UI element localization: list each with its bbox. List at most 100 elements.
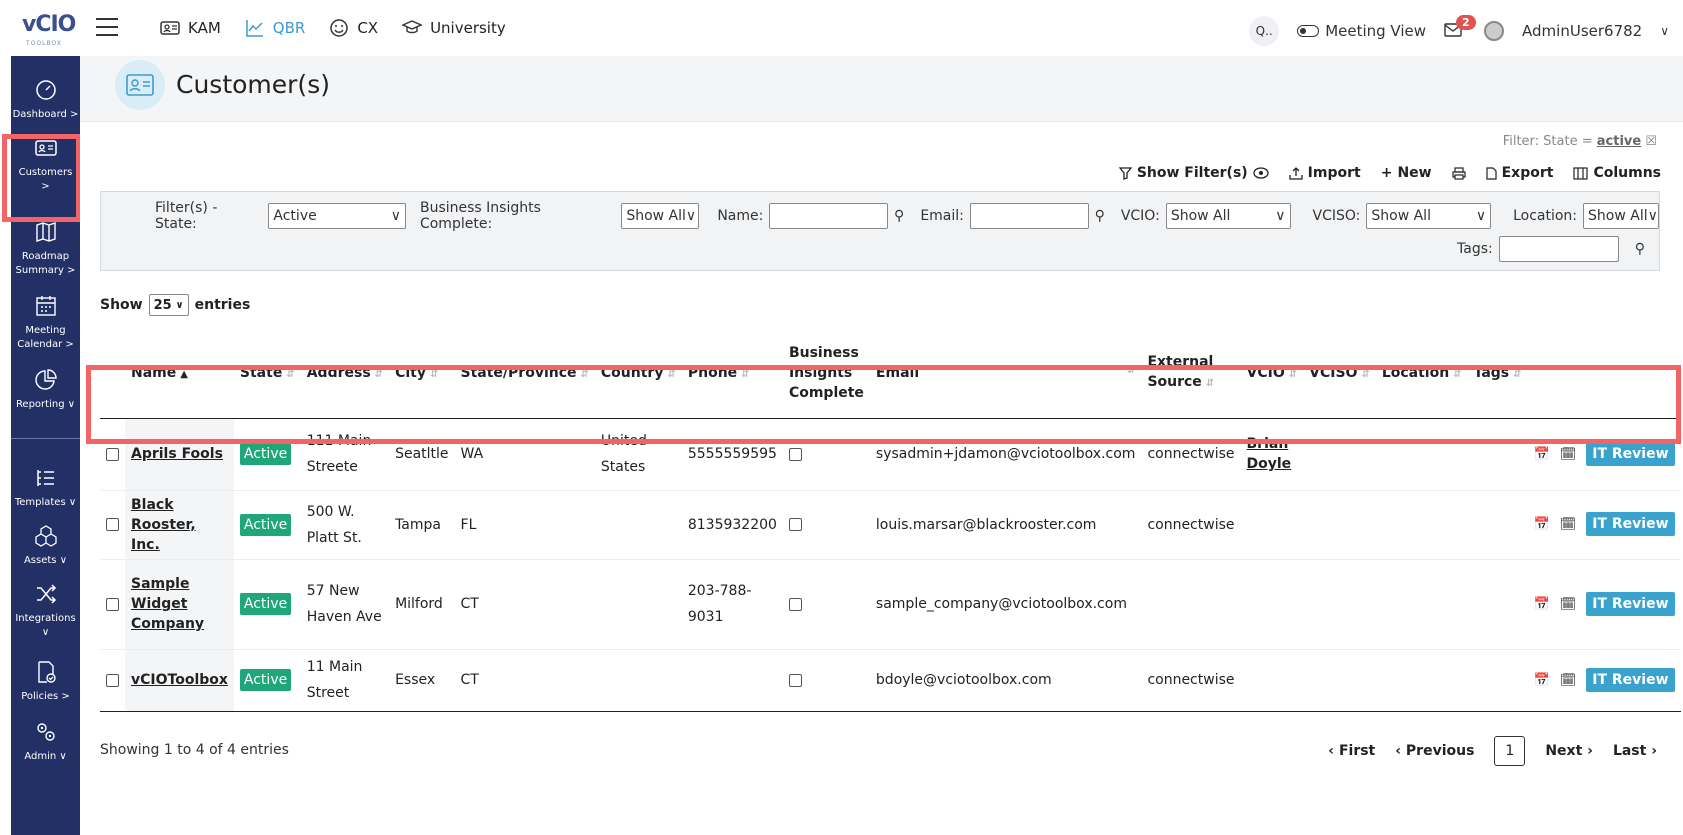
location-filter-select[interactable]: Show All ∨ <box>1583 203 1660 229</box>
topnav-university-label: University <box>430 19 506 37</box>
calendar-add-icon[interactable]: 🗓 <box>1560 673 1577 688</box>
row-checkbox[interactable] <box>106 673 119 687</box>
bi-checkbox[interactable] <box>788 597 802 611</box>
previous-page-button[interactable]: ‹ Previous <box>1395 743 1474 759</box>
customer-name-link[interactable]: Sample Widget Company <box>131 576 204 632</box>
it-review-button[interactable]: IT Review <box>1586 512 1675 536</box>
filter-note-value[interactable]: active <box>1597 134 1641 149</box>
sidebar-item-integrations[interactable]: Integrations ∨ <box>11 582 80 640</box>
bi-filter-value: Show All <box>626 208 686 224</box>
import-label: Import <box>1307 165 1361 181</box>
sidebar-item-label: Integrations ∨ <box>15 613 76 638</box>
first-page-button[interactable]: ‹ First <box>1328 743 1375 759</box>
sidebar-item-admin[interactable]: Admin ∨ <box>11 720 80 764</box>
calendar-icon[interactable]: 📅 <box>1534 447 1550 462</box>
page-header: Customer(s) <box>80 56 1683 122</box>
search-icon[interactable]: ⚲ <box>1095 208 1105 224</box>
clear-filter-icon[interactable]: ☒ <box>1645 134 1657 149</box>
table-row[interactable]: Black Rooster, Inc. Active 500 W. Platt … <box>100 490 1681 560</box>
vcio-filter-value: Show All <box>1170 208 1231 224</box>
topnav-university[interactable]: University <box>402 18 506 38</box>
show-filters-label: Show Filter(s) <box>1136 165 1248 181</box>
filter-row-tags: Tags: ⚲ <box>1457 236 1645 262</box>
sidebar-item-assets[interactable]: Assets ∨ <box>11 524 80 568</box>
topnav-cx[interactable]: CX <box>329 18 378 38</box>
logo-text: vCIO <box>22 12 76 37</box>
sidebar-item-templates[interactable]: Templates ∨ <box>11 466 80 510</box>
calendar-icon[interactable]: 📅 <box>1534 673 1550 688</box>
import-button[interactable]: Import <box>1289 165 1361 181</box>
row-checkbox[interactable] <box>106 597 119 611</box>
sidebar-item-dashboard[interactable]: Dashboard > <box>11 78 80 122</box>
print-button[interactable] <box>1452 165 1466 181</box>
vcio-filter-select[interactable]: Show All ∨ <box>1165 203 1291 229</box>
customer-name-link[interactable]: vCIOToolbox <box>131 672 228 688</box>
chevron-down-icon[interactable]: ∨ <box>1660 24 1669 38</box>
global-search-button[interactable]: Q.. <box>1249 16 1280 46</box>
sidebar-item-label: Policies > <box>21 691 70 702</box>
highlight-first-row <box>86 365 1681 444</box>
bi-checkbox[interactable] <box>788 518 802 531</box>
filter-panel: Filter(s) - State: Active ∨ Business Insi… <box>100 191 1660 271</box>
avatar[interactable] <box>1484 21 1505 41</box>
global-search-label: Q.. <box>1255 24 1273 38</box>
page-1-button[interactable]: 1 <box>1494 736 1526 766</box>
email-filter-input[interactable] <box>969 203 1089 229</box>
vcio-filter-label: VCIO: <box>1120 208 1160 224</box>
bi-checkbox[interactable] <box>788 447 802 461</box>
calendar-add-icon[interactable]: 🗓 <box>1560 517 1577 532</box>
sidebar-item-reporting[interactable]: Reporting ∨ <box>11 368 80 412</box>
calendar-icon[interactable]: 📅 <box>1534 597 1550 612</box>
next-page-button[interactable]: Next › <box>1545 743 1593 759</box>
sidebar-item-label: Assets ∨ <box>23 555 68 566</box>
calendar-icon[interactable]: 📅 <box>1534 517 1550 532</box>
external-source-cell: connectwise <box>1141 649 1241 712</box>
external-source-cell: connectwise <box>1141 490 1241 560</box>
export-button[interactable]: Export <box>1486 165 1553 181</box>
topnav-kam[interactable]: KAM <box>160 18 221 38</box>
state-filter-value: Active <box>273 208 317 224</box>
bi-checkbox[interactable] <box>788 673 802 687</box>
status-badge: Active <box>239 669 292 691</box>
it-review-button[interactable]: IT Review <box>1586 667 1675 692</box>
show-filters-button[interactable]: Show Filter(s) <box>1118 165 1269 181</box>
calendar-add-icon[interactable]: 🗓 <box>1560 597 1577 612</box>
columns-button[interactable]: Columns <box>1573 165 1661 181</box>
search-icon[interactable]: ⚲ <box>894 208 904 224</box>
topnav-qbr[interactable]: QBR <box>245 18 305 38</box>
new-label: New <box>1397 165 1432 181</box>
status-badge: Active <box>239 513 292 536</box>
customer-name-link[interactable]: Aprils Fools <box>131 446 223 462</box>
filter-icon <box>1118 166 1132 180</box>
row-checkbox[interactable] <box>106 518 119 531</box>
table-info: Showing 1 to 4 of 4 entries <box>100 742 289 758</box>
entries-select[interactable]: 25 ∨ <box>148 294 189 316</box>
vciso-filter-select[interactable]: Show All ∨ <box>1366 203 1492 229</box>
new-button[interactable]: + New <box>1381 165 1432 181</box>
search-icon[interactable]: ⚲ <box>1635 241 1645 257</box>
meeting-view-toggle[interactable]: Meeting View <box>1297 22 1426 40</box>
hamburger-menu-icon[interactable] <box>96 18 118 36</box>
table-row[interactable]: vCIOToolbox Active 11 Main Street Essex … <box>100 649 1681 712</box>
sidebar-item-meeting-calendar[interactable]: Meeting Calendar > <box>11 294 80 352</box>
tags-filter-input[interactable] <box>1498 236 1619 262</box>
vcio-cell <box>1240 490 1304 560</box>
name-filter-input[interactable] <box>769 203 889 229</box>
calendar-add-icon[interactable]: 🗓 <box>1560 447 1577 462</box>
table-row[interactable]: Sample Widget Company Active 57 New Have… <box>100 559 1681 650</box>
last-page-button[interactable]: Last › <box>1613 743 1657 759</box>
top-bar: vCIO TOOLBOX KAM QBR CX University Q.. M… <box>0 0 1683 56</box>
user-name[interactable]: AdminUser6782 <box>1522 22 1642 40</box>
customer-name-link[interactable]: Black Rooster, Inc. <box>131 497 196 553</box>
it-review-button[interactable]: IT Review <box>1586 441 1675 466</box>
mail-icon[interactable]: 2 <box>1444 15 1476 39</box>
it-review-button[interactable]: IT Review <box>1586 591 1675 616</box>
sidebar-item-policies[interactable]: Policies > <box>11 660 80 704</box>
bi-filter-select[interactable]: Show All ∨ <box>621 203 700 229</box>
last-label: Last <box>1612 743 1647 759</box>
state-filter-select[interactable]: Active ∨ <box>268 203 406 229</box>
id-card-icon <box>160 21 180 35</box>
app-logo[interactable]: vCIO TOOLBOX <box>20 10 76 47</box>
sidebar-item-roadmap[interactable]: Roadmap Summary > <box>11 220 80 278</box>
row-checkbox[interactable] <box>106 447 119 461</box>
